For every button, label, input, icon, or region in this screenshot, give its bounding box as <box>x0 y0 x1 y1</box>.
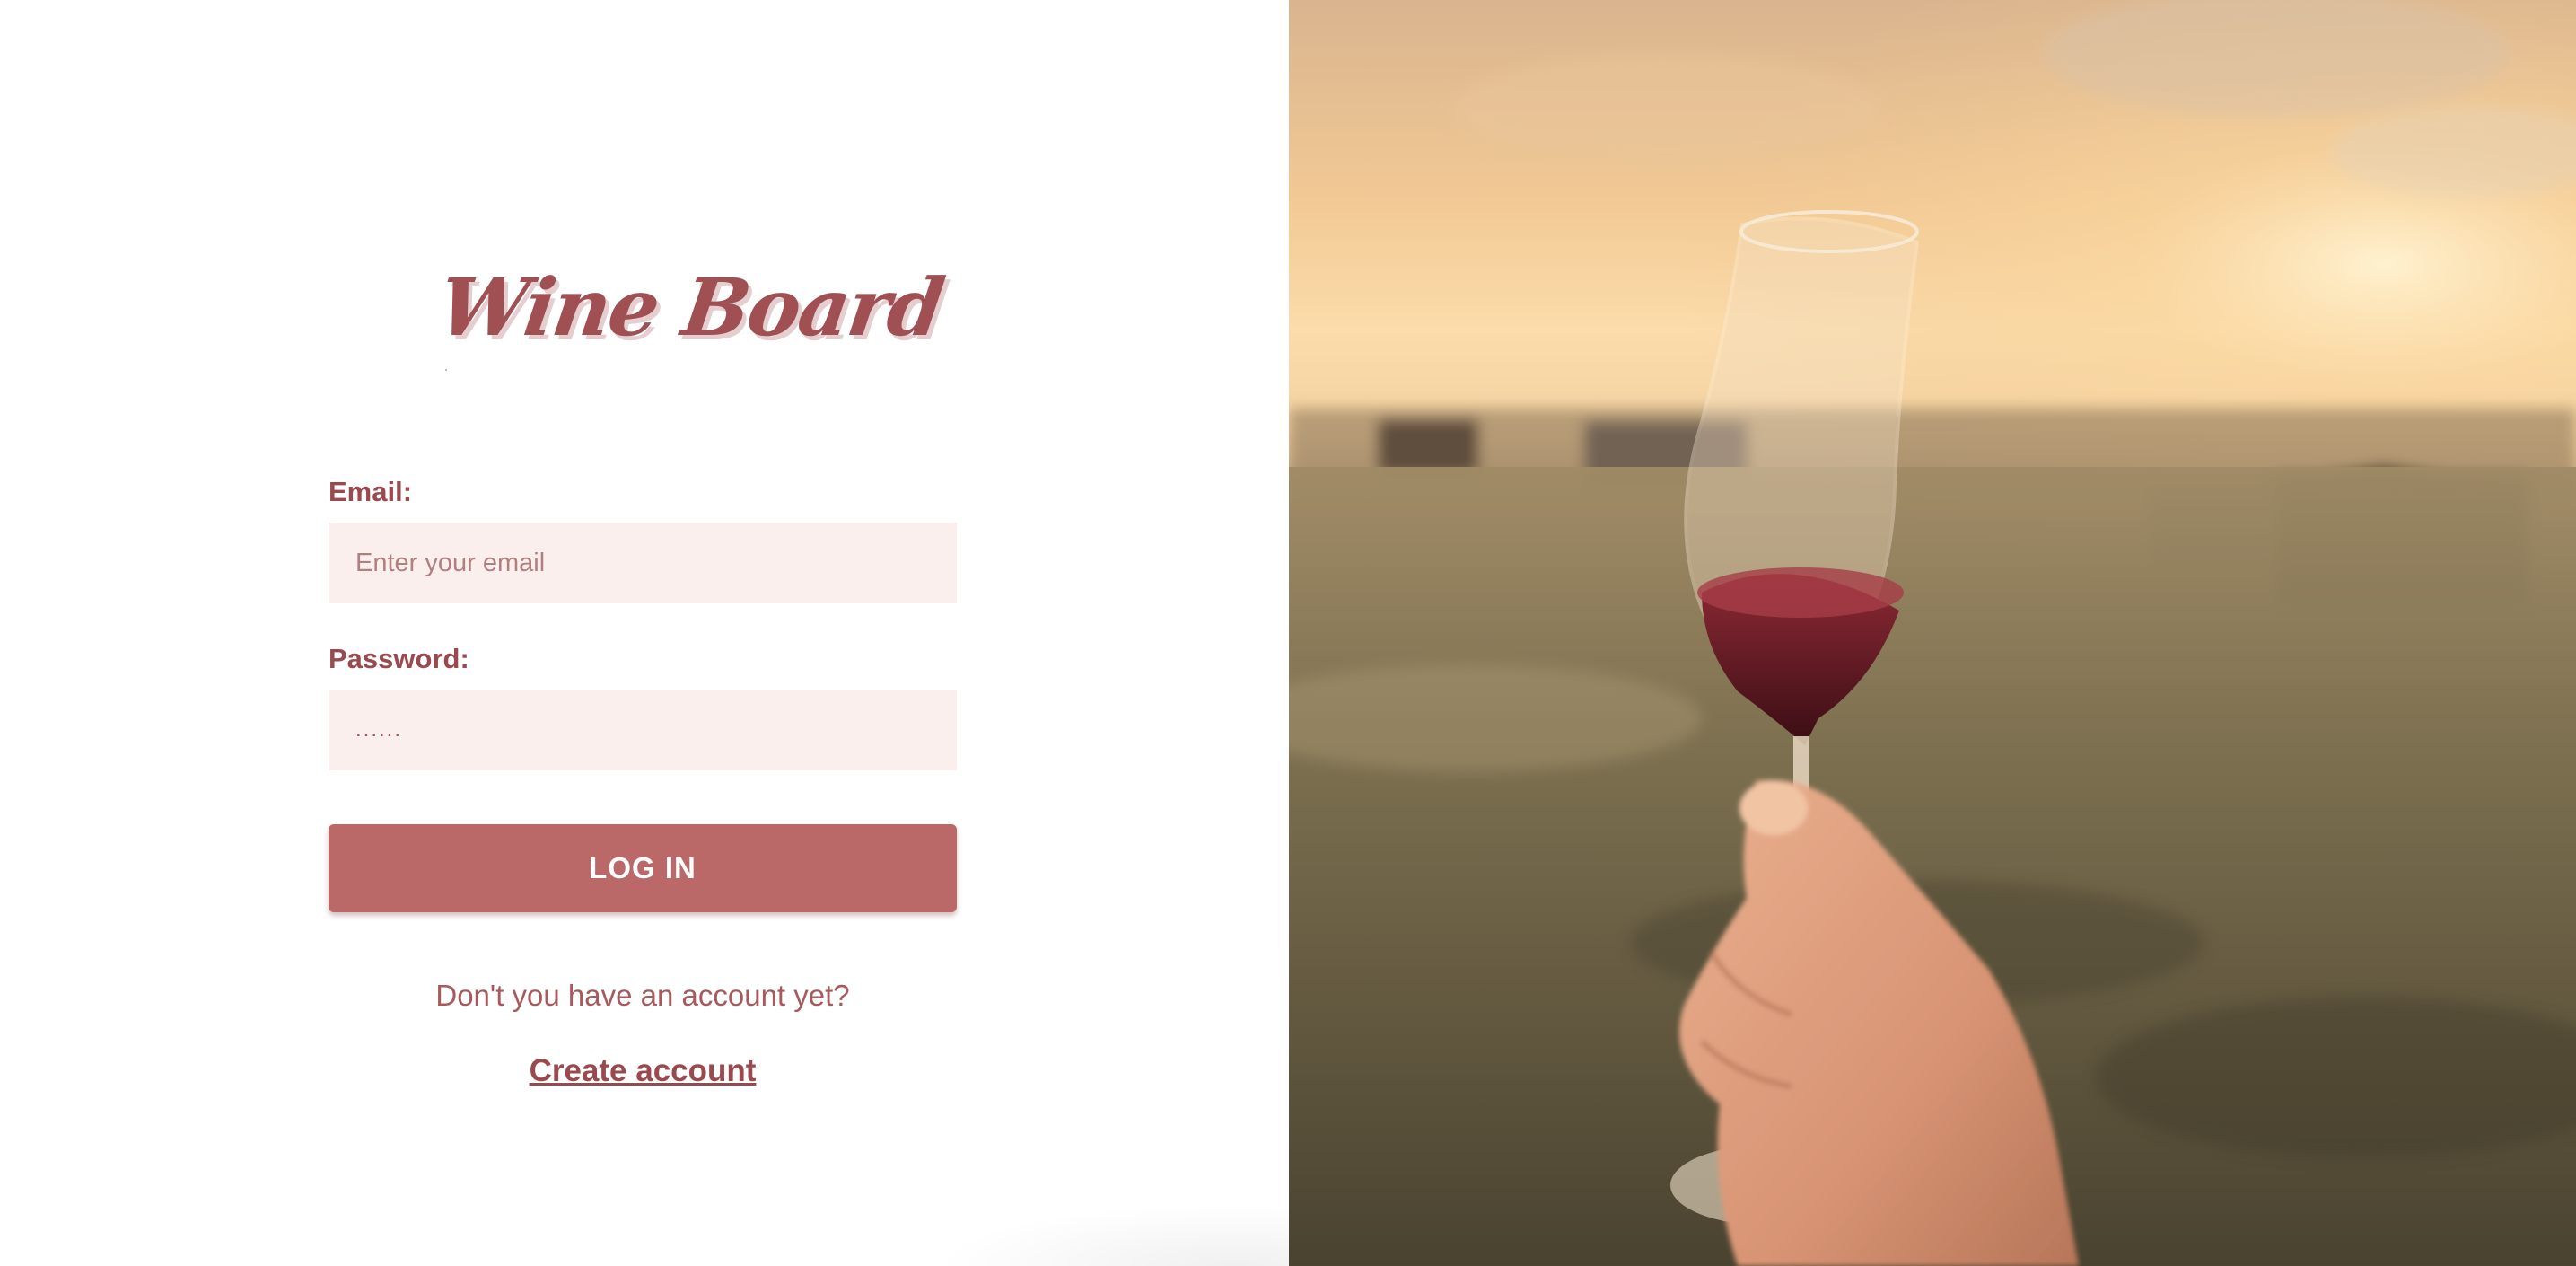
login-button[interactable]: LOG IN <box>329 824 957 912</box>
create-account-link[interactable]: Create account <box>329 1049 957 1094</box>
password-field[interactable] <box>329 690 957 770</box>
email-field[interactable] <box>329 523 957 603</box>
login-page: Wine Board Email: Password: LOG IN Don't… <box>0 0 2576 1266</box>
logo-dot <box>445 369 447 371</box>
hand-holding-wine-glass-photo <box>1289 0 2576 1266</box>
app-logo: Wine Board <box>433 260 949 354</box>
signup-prompt: Don't you have an account yet? <box>435 979 850 1012</box>
decorative-shadow <box>933 1203 1310 1266</box>
email-label: Email: <box>329 476 413 507</box>
login-panel: Wine Board Email: Password: LOG IN Don't… <box>0 0 1310 1266</box>
password-label: Password: <box>329 643 469 674</box>
login-form: Email: Password: LOG IN <box>329 470 957 912</box>
